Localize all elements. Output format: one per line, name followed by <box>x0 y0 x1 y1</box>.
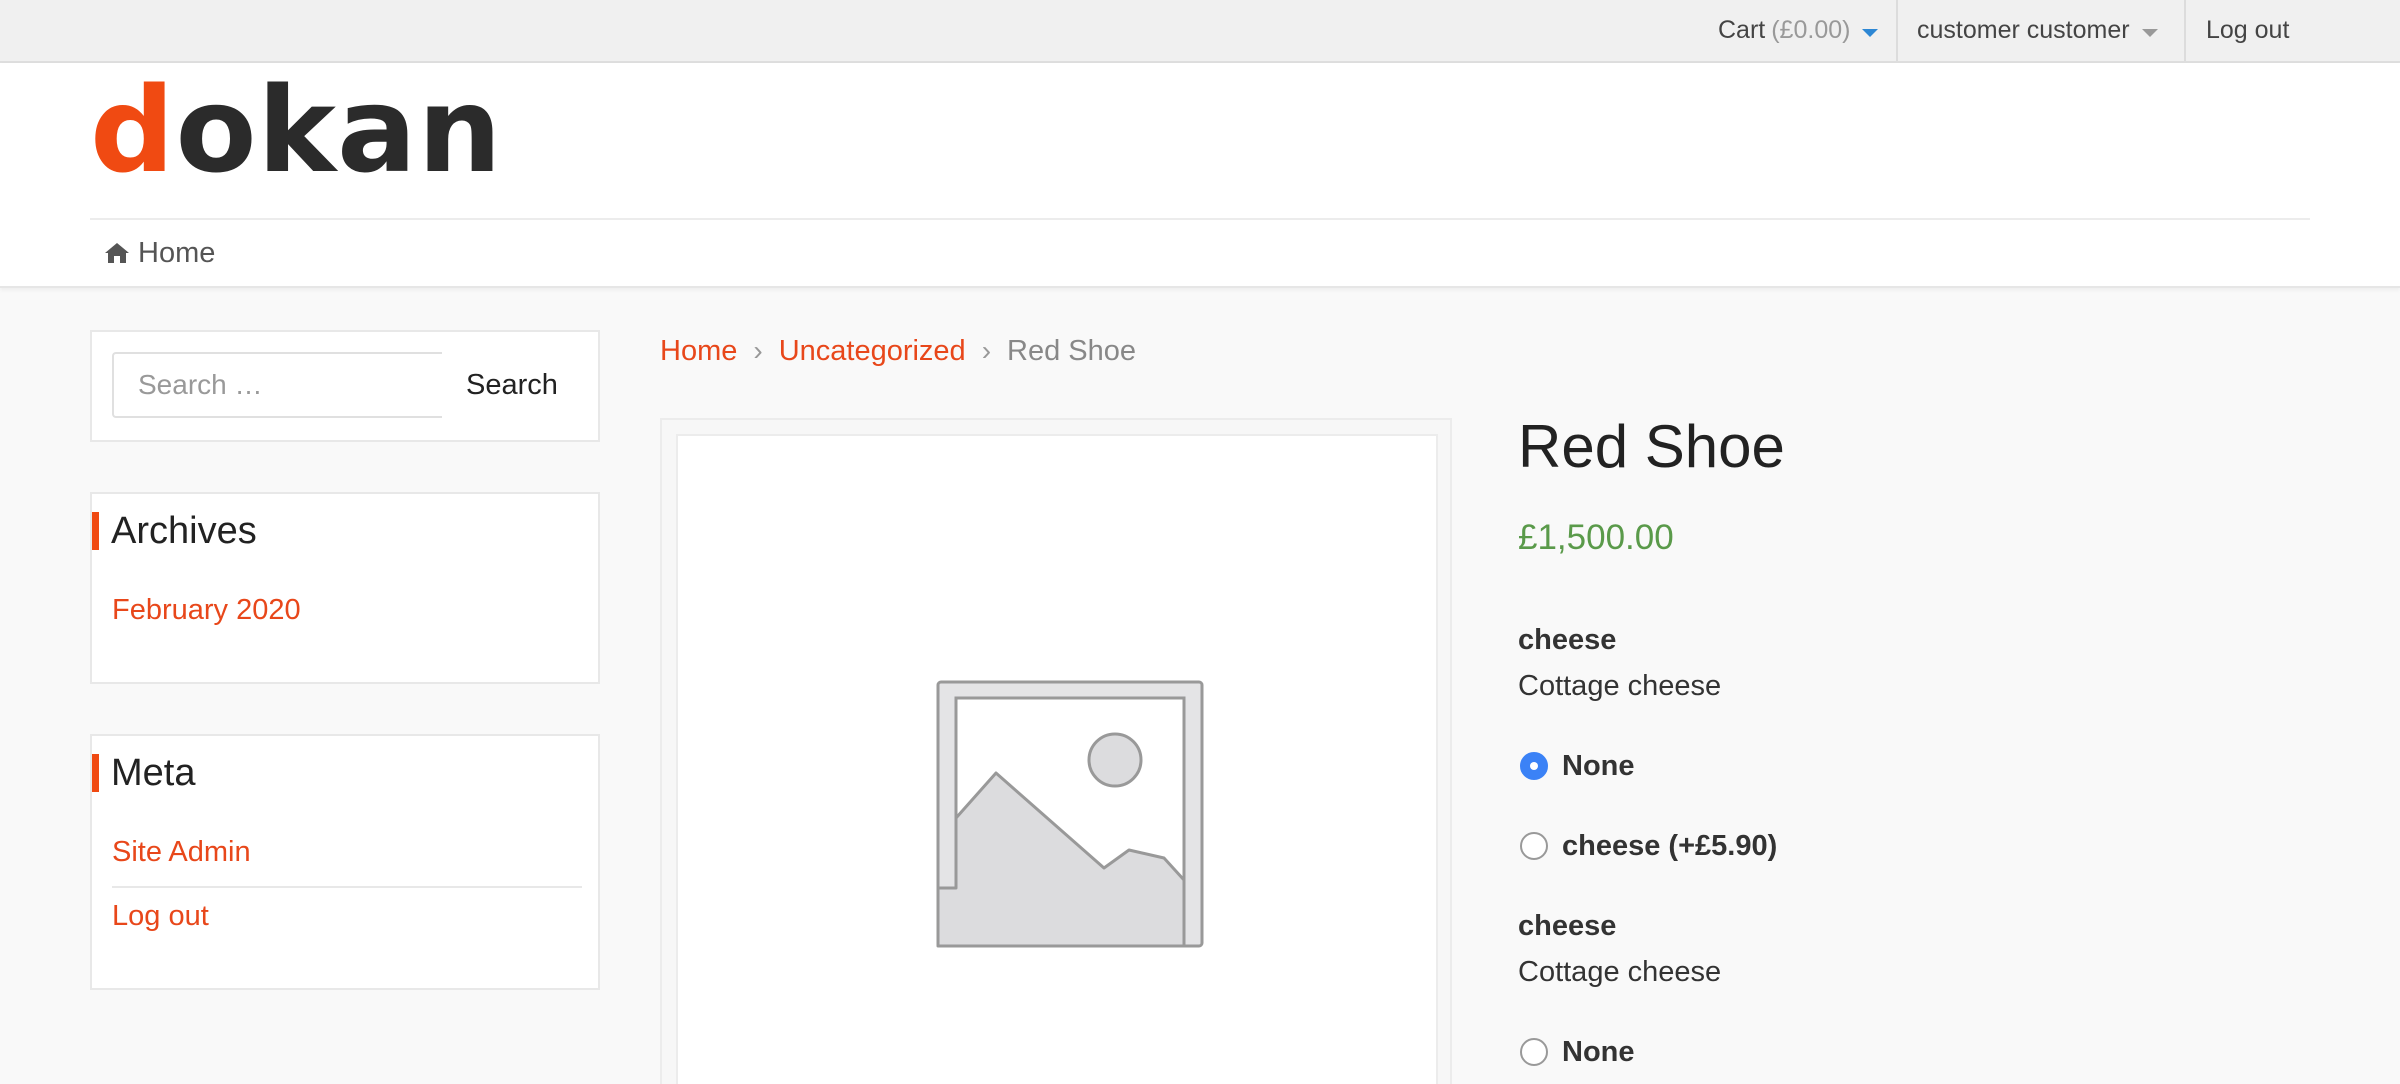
top-bar: Cart (£0.00) customer customer Log out <box>0 0 2400 63</box>
breadcrumb-current: Red Shoe <box>1007 334 1137 367</box>
product-image[interactable] <box>676 434 1438 1084</box>
addon-title: cheese <box>1518 910 1617 942</box>
nav-home-link[interactable]: Home <box>104 233 215 273</box>
archives-widget: Archives February 2020 <box>90 492 600 684</box>
breadcrumb-home[interactable]: Home <box>660 335 737 368</box>
title-accent-bar <box>92 754 99 792</box>
logo-letter-d: d <box>90 61 176 199</box>
meta-widget: Meta Site Admin Log out <box>90 734 600 990</box>
meta-title-text: Meta <box>111 751 196 794</box>
title-accent-bar <box>92 512 99 550</box>
radio-button[interactable] <box>1520 832 1548 860</box>
divider <box>90 218 2310 220</box>
chevron-right-icon: › <box>753 335 763 366</box>
product-price: £1,500.00 <box>1518 518 1674 557</box>
archives-title-text: Archives <box>111 509 257 552</box>
chevron-right-icon: › <box>981 335 992 366</box>
cart-menu[interactable]: Cart (£0.00) <box>1718 0 1879 61</box>
divider <box>1896 0 1898 61</box>
meta-title: Meta <box>92 751 196 794</box>
breadcrumb: Home › Uncategorized › Red Shoe <box>660 331 1136 371</box>
radio-button[interactable] <box>1520 752 1548 780</box>
addon-option-cheese[interactable]: cheese (+£5.90) <box>1518 826 1777 866</box>
cart-amount: (£0.00) <box>1771 16 1851 44</box>
site-header: dokan Home <box>0 63 2400 288</box>
option-label: None <box>1562 749 1635 782</box>
addon-description: Cottage cheese <box>1518 956 1722 988</box>
divider <box>2184 0 2186 61</box>
user-menu[interactable]: customer customer <box>1917 0 2158 61</box>
image-placeholder-icon <box>936 680 1204 948</box>
cart-label: Cart <box>1718 16 1766 44</box>
option-label: cheese (+£5.90) <box>1562 829 1778 862</box>
search-widget: Search … Search <box>90 330 600 442</box>
archives-title: Archives <box>92 509 257 552</box>
user-name: customer customer <box>1917 16 2130 44</box>
site-admin-link[interactable]: Site Admin <box>112 836 251 869</box>
option-label: None <box>1562 1035 1635 1068</box>
breadcrumb-category[interactable]: Uncategorized <box>779 335 966 368</box>
archive-link-february-2020[interactable]: February 2020 <box>112 594 301 627</box>
addon-option-none[interactable]: None <box>1518 1032 1635 1072</box>
divider <box>112 886 582 888</box>
chevron-down-icon <box>1862 28 1879 37</box>
product-gallery <box>660 418 1452 1084</box>
search-input[interactable]: Search … <box>112 352 442 418</box>
search-button[interactable]: Search <box>442 352 582 418</box>
home-icon <box>105 243 129 263</box>
chevron-down-icon <box>2141 28 2158 37</box>
radio-button[interactable] <box>1520 1038 1548 1066</box>
meta-logout-link[interactable]: Log out <box>112 900 209 933</box>
logo-text: okan <box>175 61 503 199</box>
logout-link[interactable]: Log out <box>2206 0 2289 61</box>
addon-title: cheese <box>1518 624 1617 656</box>
product-title: Red Shoe <box>1518 413 1785 480</box>
addon-description: Cottage cheese <box>1518 670 1722 702</box>
site-logo[interactable]: dokan <box>90 71 503 189</box>
nav-home-label: Home <box>138 236 216 269</box>
addon-option-none[interactable]: None <box>1518 746 1635 786</box>
